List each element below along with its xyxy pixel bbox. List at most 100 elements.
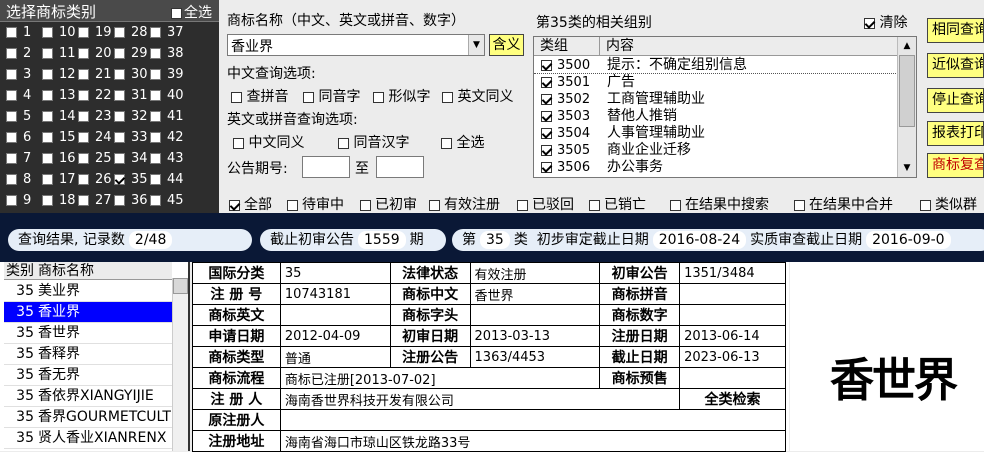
class-checkbox-33[interactable]: 33 bbox=[114, 129, 148, 147]
class-checkbox[interactable] bbox=[114, 153, 125, 164]
filter-similar-group[interactable]: 类似群 bbox=[920, 194, 977, 214]
class-checkbox-20[interactable]: 20 bbox=[78, 45, 112, 63]
class-checkbox[interactable] bbox=[150, 195, 161, 206]
class-checkbox-19[interactable]: 19 bbox=[78, 24, 112, 42]
period-to-input[interactable] bbox=[376, 156, 424, 178]
class-checkbox-45[interactable]: 45 bbox=[150, 192, 184, 210]
class-checkbox-21[interactable]: 21 bbox=[78, 66, 112, 84]
en-option-select-all[interactable]: 全选 bbox=[441, 132, 484, 152]
group-checkbox[interactable] bbox=[541, 128, 552, 139]
class-checkbox-22[interactable]: 22 bbox=[78, 87, 112, 105]
same-search-button[interactable]: 相同查询 bbox=[927, 18, 984, 43]
homophone-hanzi-checkbox[interactable] bbox=[338, 137, 349, 149]
group-checkbox[interactable] bbox=[541, 162, 552, 173]
class-checkbox-11[interactable]: 11 bbox=[42, 45, 76, 63]
class-checkbox-34[interactable]: 34 bbox=[114, 150, 148, 168]
class-checkbox-18[interactable]: 18 bbox=[42, 192, 76, 210]
group-row[interactable]: 3504 人事管理辅助业 bbox=[534, 125, 900, 142]
filter-all[interactable]: 全部 bbox=[229, 194, 272, 214]
group-checkbox[interactable] bbox=[541, 111, 552, 122]
group-checkbox[interactable] bbox=[541, 94, 552, 105]
all-class-search-button[interactable]: 全类检索 bbox=[679, 388, 786, 410]
group-row[interactable]: 3505 商业企业迁移 bbox=[534, 142, 900, 159]
class-checkbox-4[interactable]: 4 bbox=[6, 87, 31, 105]
class-checkbox-24[interactable]: 24 bbox=[78, 129, 112, 147]
result-row[interactable]: 35 香界GOURMETCULTU bbox=[4, 407, 172, 428]
filter-checkbox[interactable] bbox=[287, 199, 298, 211]
filter-rejected[interactable]: 已驳回 bbox=[517, 194, 574, 214]
class-checkbox-25[interactable]: 25 bbox=[78, 150, 112, 168]
result-row[interactable]: 35 美业界 bbox=[4, 281, 172, 302]
review-button[interactable]: 商标复查 bbox=[927, 153, 984, 178]
class-checkbox[interactable] bbox=[6, 195, 17, 206]
english-synonym-checkbox[interactable] bbox=[442, 91, 453, 103]
class-checkbox-42[interactable]: 42 bbox=[150, 129, 184, 147]
period-from-input[interactable] bbox=[302, 156, 350, 178]
name-input[interactable]: 香业界 ▼ bbox=[227, 34, 485, 56]
clear-checkbox[interactable] bbox=[864, 17, 875, 29]
class-checkbox[interactable] bbox=[42, 111, 53, 122]
filter-search-in-results[interactable]: 在结果中搜索 bbox=[670, 194, 769, 214]
group-list-scrollbar[interactable]: ▲ ▼ bbox=[897, 37, 916, 177]
class-checkbox[interactable] bbox=[78, 90, 89, 101]
scroll-thumb[interactable] bbox=[173, 278, 188, 294]
class-checkbox[interactable] bbox=[114, 195, 125, 206]
class-checkbox-40[interactable]: 40 bbox=[150, 87, 184, 105]
class-checkbox-30[interactable]: 30 bbox=[114, 66, 148, 84]
filter-checkbox[interactable] bbox=[517, 199, 528, 211]
chevron-down-icon[interactable]: ▼ bbox=[468, 35, 484, 55]
class-checkbox-1[interactable]: 1 bbox=[6, 24, 31, 42]
class-checkbox[interactable] bbox=[150, 90, 161, 101]
class-checkbox[interactable] bbox=[42, 48, 53, 59]
class-checkbox-10[interactable]: 10 bbox=[42, 24, 76, 42]
group-checkbox[interactable] bbox=[541, 145, 552, 156]
scroll-up-icon[interactable]: ▲ bbox=[899, 38, 915, 54]
class-checkbox[interactable] bbox=[42, 69, 53, 80]
similar-shape-checkbox[interactable] bbox=[373, 91, 384, 103]
class-checkbox-2[interactable]: 2 bbox=[6, 45, 31, 63]
col-header-content[interactable]: 内容 bbox=[600, 37, 916, 56]
group-checkbox[interactable] bbox=[541, 60, 552, 71]
cn-synonym-checkbox[interactable] bbox=[233, 137, 244, 149]
class-checkbox-31[interactable]: 31 bbox=[114, 87, 148, 105]
class-checkbox[interactable] bbox=[150, 132, 161, 143]
col-header-class-group[interactable]: 类组 bbox=[534, 37, 600, 56]
class-checkbox[interactable] bbox=[6, 153, 17, 164]
col-header-class[interactable]: 类别 bbox=[4, 262, 38, 280]
class-checkbox[interactable] bbox=[78, 111, 89, 122]
similar-search-button[interactable]: 近似查询 bbox=[927, 53, 984, 78]
group-row[interactable]: 3502 工商管理辅助业 bbox=[534, 91, 900, 108]
class-checkbox[interactable] bbox=[42, 153, 53, 164]
filter-checkbox[interactable] bbox=[794, 199, 805, 211]
class-checkbox-12[interactable]: 12 bbox=[42, 66, 76, 84]
homophone-checkbox[interactable] bbox=[303, 91, 314, 103]
class-checkbox-36[interactable]: 36 bbox=[114, 192, 148, 210]
filter-merge-results[interactable]: 在结果中合并 bbox=[794, 194, 893, 214]
class-checkbox[interactable] bbox=[114, 174, 125, 185]
class-checkbox[interactable] bbox=[114, 69, 125, 80]
en-select-all-checkbox[interactable] bbox=[441, 137, 452, 149]
result-row[interactable]: 35 香无界 bbox=[4, 365, 172, 386]
stop-search-button[interactable]: 停止查询 bbox=[927, 88, 984, 113]
result-row[interactable]: 35 香世界 bbox=[4, 323, 172, 344]
class-checkbox-43[interactable]: 43 bbox=[150, 150, 184, 168]
select-all-checkbox[interactable] bbox=[171, 7, 182, 19]
class-checkbox-27[interactable]: 27 bbox=[78, 192, 112, 210]
class-checkbox[interactable] bbox=[150, 153, 161, 164]
class-checkbox[interactable] bbox=[42, 132, 53, 143]
class-checkbox[interactable] bbox=[78, 153, 89, 164]
class-checkbox-23[interactable]: 23 bbox=[78, 108, 112, 126]
report-print-button[interactable]: 报表打印 bbox=[927, 121, 984, 146]
class-checkbox-44[interactable]: 44 bbox=[150, 171, 184, 189]
class-checkbox-38[interactable]: 38 bbox=[150, 45, 184, 63]
class-checkbox[interactable] bbox=[150, 69, 161, 80]
filter-checkbox[interactable] bbox=[429, 199, 440, 211]
class-checkbox[interactable] bbox=[6, 90, 17, 101]
class-checkbox-37[interactable]: 37 bbox=[150, 24, 184, 42]
filter-pending[interactable]: 待审中 bbox=[287, 194, 344, 214]
class-checkbox[interactable] bbox=[114, 48, 125, 59]
filter-checkbox[interactable] bbox=[229, 199, 240, 211]
class-checkbox[interactable] bbox=[42, 174, 53, 185]
class-checkbox[interactable] bbox=[6, 111, 17, 122]
scroll-thumb[interactable] bbox=[899, 55, 915, 127]
